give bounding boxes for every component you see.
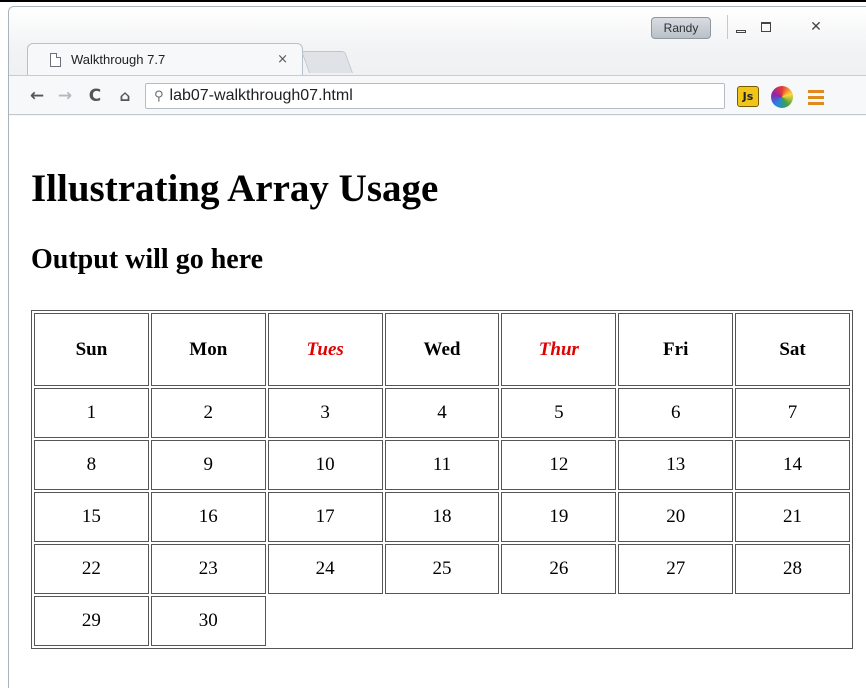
day-cell: 28 (735, 544, 850, 594)
title-bar: Randy ✕ Walkthrough 7.7 × (9, 7, 866, 82)
day-header-fri: Fri (618, 313, 734, 386)
day-cell: 16 (150, 492, 266, 542)
day-cell: 1 (34, 388, 149, 438)
minimize-icon (735, 29, 746, 33)
tab-walkthrough[interactable]: Walkthrough 7.7 × (27, 43, 303, 75)
day-cell: 7 (735, 388, 850, 438)
day-cell: 3 (267, 388, 383, 438)
day-cell: 24 (267, 544, 383, 594)
day-cell: 13 (618, 440, 734, 490)
address-bar[interactable]: ⚲ lab07-walkthrough07.html (145, 83, 725, 109)
day-cell: 19 (501, 492, 617, 542)
menu-button[interactable] (805, 86, 827, 108)
day-cell: 20 (618, 492, 734, 542)
day-cell: 23 (150, 544, 266, 594)
day-cell: 6 (618, 388, 734, 438)
search-icon: ⚲ (154, 88, 164, 104)
week-row: 22 23 24 25 26 27 28 (34, 544, 850, 594)
empty-cell (618, 596, 733, 646)
day-cell: 29 (34, 596, 149, 646)
user-badge[interactable]: Randy (651, 17, 711, 39)
day-cell: 5 (501, 388, 617, 438)
output-heading: Output will go here (31, 244, 264, 275)
page-viewport: Illustrating Array Usage Output will go … (9, 116, 866, 688)
day-cell: 26 (501, 544, 617, 594)
day-cell: 11 (384, 440, 500, 490)
day-header-wed: Wed (384, 313, 500, 386)
toolbar: ← → C ⌂ ⚲ lab07-walkthrough07.html Js (9, 75, 866, 115)
day-cell: 12 (501, 440, 617, 490)
week-row: 15 16 17 18 19 20 21 (34, 492, 850, 542)
day-cell: 22 (34, 544, 149, 594)
forward-button[interactable]: → (53, 84, 77, 108)
empty-cell (501, 596, 616, 646)
day-header-mon: Mon (150, 313, 266, 386)
day-cell: 25 (384, 544, 500, 594)
day-cell: 9 (150, 440, 266, 490)
week-row: 8 9 10 11 12 13 14 (34, 440, 850, 490)
maximize-icon (761, 22, 771, 32)
minimize-button[interactable] (727, 15, 753, 39)
js-extension-icon[interactable]: Js (737, 86, 759, 107)
calendar-table: Sun Mon Tues Wed Thur Fri Sat 1 2 3 4 5 6 7 8 9 10 11 12 1… (31, 310, 853, 649)
reload-button[interactable]: C (83, 84, 107, 108)
tab-title: Walkthrough 7.7 (71, 52, 166, 67)
color-picker-extension-icon[interactable] (771, 86, 793, 108)
day-cell: 21 (735, 492, 850, 542)
back-button[interactable]: ← (25, 84, 49, 108)
empty-cell (268, 596, 383, 646)
day-header-tues: Tues (267, 313, 383, 386)
home-button[interactable]: ⌂ (113, 84, 137, 108)
day-cell: 4 (384, 388, 500, 438)
day-cell: 8 (34, 440, 149, 490)
page-icon (50, 52, 61, 67)
week-row: 29 30 (34, 596, 850, 646)
week-row: 1234567 (34, 388, 850, 438)
menu-icon-bar (808, 95, 824, 99)
day-header-thur: Thur (501, 313, 617, 386)
calendar-body: 1 2 3 4 5 6 7 8 9 10 11 12 13 14 15 16 17 18 19 20 21 22 23 24 2… (34, 388, 850, 646)
tab-close-icon[interactable]: × (277, 52, 288, 67)
day-header-sat: Sat (735, 313, 850, 386)
day-cell: 27 (618, 544, 734, 594)
empty-cell (735, 596, 850, 646)
day-header-row: Sun Mon Tues Wed Thur Fri Sat (34, 313, 850, 386)
top-rule (0, 0, 866, 2)
new-tab-button[interactable] (300, 51, 354, 73)
day-cell: 30 (150, 596, 266, 646)
day-cell: 17 (267, 492, 383, 542)
menu-icon-bar (808, 89, 824, 93)
day-cell: 18 (384, 492, 500, 542)
maximize-button[interactable] (753, 15, 779, 39)
browser-window: Randy ✕ Walkthrough 7.7 × ← → C ⌂ ⚲ lab0… (8, 6, 866, 688)
empty-cell (385, 596, 500, 646)
day-cell: 10 (267, 440, 383, 490)
menu-icon-bar (808, 101, 824, 105)
day-cell: 14 (735, 440, 850, 490)
address-text[interactable]: lab07-walkthrough07.html (170, 87, 353, 105)
day-cell: 15 (34, 492, 149, 542)
window-close-button[interactable]: ✕ (799, 15, 833, 39)
day-header-sun: Sun (34, 313, 149, 386)
page-title: Illustrating Array Usage (31, 167, 439, 210)
day-cell: 2 (150, 388, 266, 438)
